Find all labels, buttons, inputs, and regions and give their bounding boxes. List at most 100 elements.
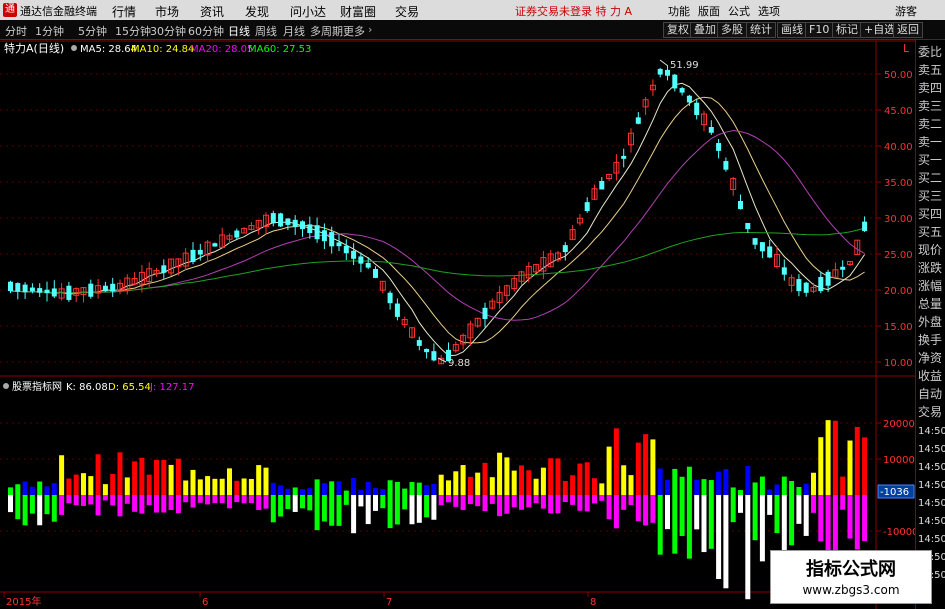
sidebar-item-sell5[interactable]: 卖五 xyxy=(918,61,945,79)
sidebar-item-turnover[interactable]: 换手 xyxy=(918,331,945,349)
indicator-bar-up xyxy=(497,452,503,495)
overlay-button[interactable]: 叠加 xyxy=(690,22,720,38)
menu-options[interactable]: 选项 xyxy=(758,3,780,19)
candle-down xyxy=(329,232,335,247)
sidebar-item-volume[interactable]: 总量 xyxy=(918,295,945,313)
draw-line-button[interactable]: 画线 xyxy=(777,22,807,38)
price-tick-label: 40.00 xyxy=(884,142,913,153)
sidebar-item-sell2[interactable]: 卖二 xyxy=(918,115,945,133)
back-button[interactable]: 返回 xyxy=(893,22,923,38)
indicator-bar-up xyxy=(745,466,751,495)
indicator-bar-up xyxy=(555,458,561,495)
sidebar-item-sell3[interactable]: 卖三 xyxy=(918,97,945,115)
indicator-bar-up xyxy=(146,474,152,495)
indicator-bar-down xyxy=(175,495,181,514)
indicator-bar-up xyxy=(438,474,444,495)
indicator-bar-down xyxy=(234,495,240,503)
indicator-bar-up xyxy=(577,463,583,495)
menu-function[interactable]: 功能 xyxy=(668,3,690,19)
sidebar-item-buy5[interactable]: 买五 xyxy=(918,223,945,241)
menu-wealth[interactable]: 财富圈 xyxy=(340,3,376,20)
indicator-bar-up xyxy=(482,462,488,495)
indicator-bar-down xyxy=(307,495,313,511)
candle-down xyxy=(270,213,276,224)
indicator-bar-down xyxy=(467,495,473,505)
tab-1min[interactable]: 1分钟 xyxy=(35,23,64,39)
candle-down xyxy=(321,230,327,242)
indicator-bar-down xyxy=(643,495,649,526)
candle-down xyxy=(110,283,116,292)
sidebar-item-buy2[interactable]: 买二 xyxy=(918,169,945,187)
indicator-bar-down xyxy=(540,495,546,509)
statistics-button[interactable]: 统计 xyxy=(746,22,776,38)
tab-intraday[interactable]: 分时 xyxy=(5,23,27,39)
indicator-bar-up xyxy=(37,481,43,495)
indicator-bar-down xyxy=(803,495,809,536)
adjust-button[interactable]: 复权 xyxy=(663,22,693,38)
chevron-right-icon[interactable]: › xyxy=(368,23,372,36)
menu-trade[interactable]: 交易 xyxy=(395,3,419,20)
menu-layout[interactable]: 版面 xyxy=(698,3,720,19)
tab-60min[interactable]: 60分钟 xyxy=(188,23,224,39)
indicator-bar-down xyxy=(555,495,561,514)
indicator-bar-up xyxy=(234,480,240,495)
menu-news[interactable]: 资讯 xyxy=(200,3,224,20)
menu-quotes[interactable]: 行情 xyxy=(112,3,136,20)
sidebar-item-change-pct[interactable]: 涨幅 xyxy=(918,277,945,295)
time-tick-label: 2015年 xyxy=(6,595,41,608)
indicator-bar-up xyxy=(825,420,831,495)
menu-formula[interactable]: 公式 xyxy=(728,3,750,19)
sidebar-item-trade[interactable]: 交易 xyxy=(918,403,945,421)
sidebar-item-earnings[interactable]: 收益 xyxy=(918,367,945,385)
indicator-bar-up xyxy=(175,458,181,495)
menu-assistant[interactable]: 问小达 xyxy=(290,3,326,20)
tab-more[interactable]: 更多 xyxy=(343,23,365,39)
indicator-bar-up xyxy=(394,481,400,495)
indicator-bar-up xyxy=(738,490,743,495)
tab-daily[interactable]: 日线 xyxy=(228,23,250,39)
indicator-bar-down xyxy=(219,495,225,504)
multi-stock-button[interactable]: 多股 xyxy=(717,22,747,38)
menu-discover[interactable]: 发现 xyxy=(245,3,269,20)
indicator-bar-up xyxy=(51,483,57,495)
indicator-bar-up xyxy=(278,485,284,495)
indicator-bar-down xyxy=(606,495,612,520)
tab-5min[interactable]: 5分钟 xyxy=(78,23,107,39)
indicator-bar-up xyxy=(248,478,254,495)
indicator-bar-up xyxy=(818,437,824,495)
settings-dot-icon[interactable] xyxy=(71,45,77,51)
kline-chart[interactable]: 50.00 45.00 40.00 35.00 30.00 25.00 20.00 15.00… xyxy=(0,40,915,609)
tab-30min[interactable]: 30分钟 xyxy=(150,23,186,39)
sidebar-item-buy3[interactable]: 买三 xyxy=(918,187,945,205)
app-logo-icon: 通 xyxy=(3,3,17,17)
sidebar-item-net-asset[interactable]: 净资 xyxy=(918,349,945,367)
tab-monthly[interactable]: 月线 xyxy=(283,23,305,39)
sidebar-item-outer[interactable]: 外盘 xyxy=(918,313,945,331)
tab-15min[interactable]: 15分钟 xyxy=(115,23,151,39)
mark-button[interactable]: 标记 xyxy=(832,22,862,38)
indicator-bar-down xyxy=(548,495,554,514)
indicator-settings-icon[interactable] xyxy=(3,383,9,389)
tab-weekly[interactable]: 周线 xyxy=(255,23,277,39)
sidebar-item-price[interactable]: 现价 xyxy=(918,241,945,259)
indicator-bar-up xyxy=(562,481,568,495)
user-guest[interactable]: 游客 xyxy=(895,3,917,19)
menu-market[interactable]: 市场 xyxy=(155,3,179,20)
sidebar-item-weibi[interactable]: 委比 xyxy=(918,43,945,61)
sidebar-item-auto[interactable]: 自动 xyxy=(918,385,945,403)
sidebar-item-change[interactable]: 涨跌 xyxy=(918,259,945,277)
stock-title: 特力A(日线) xyxy=(4,41,64,55)
sidebar-item-buy4[interactable]: 买四 xyxy=(918,205,945,223)
f10-button[interactable]: F10 xyxy=(805,22,834,38)
ma10-label: MA10: 24.84 xyxy=(131,44,194,55)
tab-multi-period[interactable]: 多周期 xyxy=(310,23,343,39)
sidebar-item-sell1[interactable]: 卖一 xyxy=(918,133,945,151)
indicator-bar-up xyxy=(424,485,430,495)
indicator-bar-down xyxy=(132,495,138,512)
sidebar-item-sell4[interactable]: 卖四 xyxy=(918,79,945,97)
price-tick-label: 35.00 xyxy=(884,178,913,189)
indicator-bar-down xyxy=(29,495,35,514)
sidebar-item-buy1[interactable]: 买一 xyxy=(918,151,945,169)
indicator-bar-up xyxy=(168,464,174,495)
candle-down xyxy=(212,243,218,247)
